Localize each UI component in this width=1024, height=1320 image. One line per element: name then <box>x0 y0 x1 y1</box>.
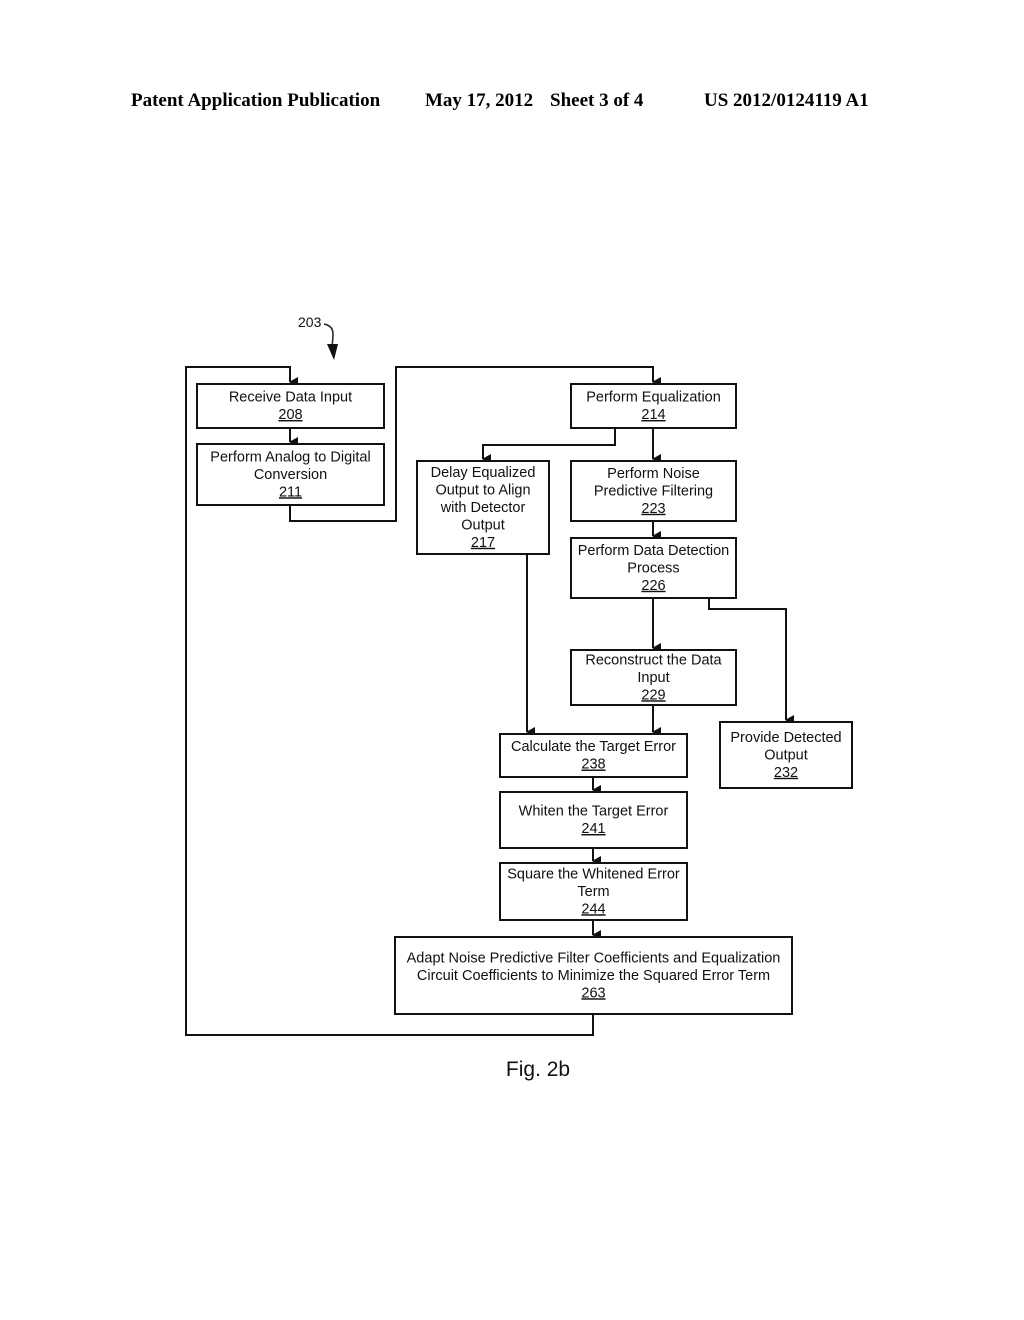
process-box-label: Conversion <box>254 467 327 483</box>
process-box-244: Square the Whitened Error Term244 <box>499 862 688 921</box>
process-box-238: Calculate the Target Error 238 <box>499 733 688 778</box>
process-box-reference-number: 238 <box>581 757 605 773</box>
process-box-223: Perform NoisePredictive Filtering 223 <box>570 460 737 522</box>
process-box-reference-number: 229 <box>641 687 665 703</box>
process-box-label: Term <box>577 884 609 900</box>
figure-caption: Fig. 2b <box>506 1058 570 1081</box>
process-box-label: Delay Equalized <box>431 465 536 481</box>
process-box-reference-number: 214 <box>641 407 665 423</box>
process-box-241: Whiten the Target Error241 <box>499 791 688 849</box>
process-box-226: Perform Data DetectionProcess 226 <box>570 537 737 599</box>
process-box-label: Output <box>764 747 808 763</box>
process-box-label: Square the Whitened Error <box>507 866 680 882</box>
process-boxes: Receive Data Input208 Perform Analog to D… <box>196 383 853 1015</box>
process-box-border <box>499 791 688 849</box>
flowchart-diagram: 203 Receive Data Input208 Perform Analog … <box>185 314 853 1081</box>
process-box-reference-number: 211 <box>279 484 302 500</box>
process-box-label: Receive Data Input <box>229 390 352 406</box>
process-box-217: Delay EqualizedOutput to Align with Detec… <box>416 460 550 555</box>
process-box-label: Adapt Noise Predictive Filter Coefficien… <box>407 950 781 966</box>
reference-arrow-icon <box>323 323 334 347</box>
process-box-label: Input <box>637 670 669 686</box>
process-box-229: Reconstruct the Data Input229 <box>570 649 737 706</box>
process-box-label: Output to Align <box>435 482 530 498</box>
process-box-label: Output <box>461 517 505 533</box>
process-box-label: Calculate the Target Error <box>511 739 676 755</box>
process-box-211: Perform Analog to Digital Conversion211 <box>196 443 385 506</box>
figure-reference-number: 203 <box>298 314 322 330</box>
reference-arrowhead-icon <box>327 344 338 360</box>
figure-reference-indicator: 203 <box>298 314 338 360</box>
process-box-reference-number: 244 <box>581 901 605 917</box>
process-box-232: Provide DetectedOutput 232 <box>719 721 853 789</box>
process-box-208: Receive Data Input208 <box>196 383 385 429</box>
process-box-label: with Detector <box>440 500 526 516</box>
process-box-label: Whiten the Target Error <box>519 804 669 820</box>
process-box-label: Predictive Filtering <box>594 483 713 499</box>
process-box-label: Perform Noise <box>607 466 700 482</box>
process-box-reference-number: 226 <box>641 578 665 594</box>
process-box-label: Reconstruct the Data <box>585 652 722 668</box>
process-box-reference-number: 263 <box>581 985 605 1001</box>
process-box-reference-number: 241 <box>581 821 605 837</box>
connector-214-to-217 <box>482 428 616 464</box>
process-box-label: Circuit Coefficients to Minimize the Squ… <box>417 968 770 984</box>
process-box-214: Perform Equalization214 <box>570 383 737 429</box>
process-box-label: Perform Analog to Digital <box>210 449 370 465</box>
process-box-reference-number: 208 <box>278 407 302 423</box>
process-box-label: Process <box>627 560 679 576</box>
process-box-reference-number: 223 <box>641 501 665 517</box>
process-box-label: Perform Data Detection <box>578 543 730 559</box>
process-box-label: Perform Equalization <box>586 390 721 406</box>
process-box-reference-number: 217 <box>471 535 495 551</box>
process-box-263: Adapt Noise Predictive Filter Coefficien… <box>394 936 793 1015</box>
process-box-label: Provide Detected <box>730 730 841 746</box>
process-box-reference-number: 232 <box>774 765 798 781</box>
